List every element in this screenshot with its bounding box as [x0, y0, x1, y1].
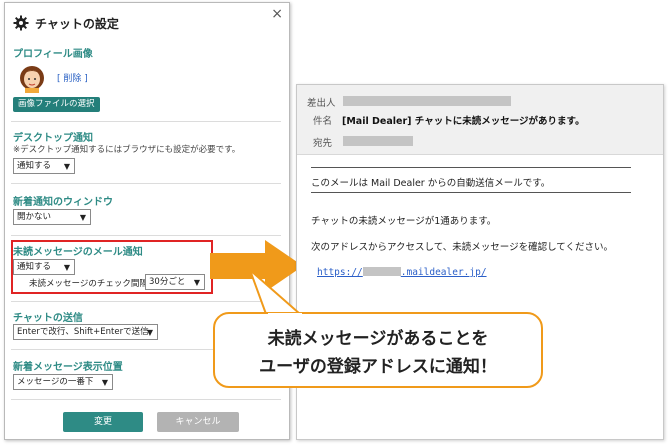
subject-value: [Mail Dealer] チャットに未読メッセージがあります。: [342, 116, 585, 127]
redacted-recipient: [343, 136, 413, 146]
choose-image-file-button[interactable]: 画像ファイルの選択: [13, 97, 100, 112]
url-suffix: .maildealer.jp/: [400, 267, 487, 278]
body-line-1: このメールは Mail Dealer からの自動送信メールです。: [311, 178, 551, 189]
body-line-2: チャットの未読メッセージが1通あります。: [311, 216, 497, 227]
divider: [11, 399, 281, 400]
chat-send-value: Enterで改行、Shift+Enterで送信: [17, 327, 149, 337]
chevron-down-icon: ▼: [79, 213, 86, 222]
panel-title: チャットの設定: [35, 16, 119, 31]
desktop-notify-note: ※デスクトップ通知するにはブラウザにも設定が必要です。: [13, 145, 241, 155]
new-notify-window-value: 開かない: [17, 212, 52, 222]
divider: [11, 183, 281, 184]
divider: [11, 121, 281, 122]
callout-line-2: ユーザの登録アドレスに通知！: [259, 357, 497, 377]
desktop-notify-select[interactable]: 通知する ▼: [13, 158, 75, 174]
body-line-3: 次のアドレスからアクセスして、未読メッセージを確認してください。: [311, 242, 614, 253]
callout-pointer: [249, 270, 303, 315]
close-icon[interactable]: ×: [271, 7, 283, 21]
callout-bubble: 未読メッセージがあることを ユーザの登録アドレスに通知！: [213, 312, 543, 388]
save-button[interactable]: 変更: [63, 412, 143, 432]
callout-seam: [268, 313, 302, 316]
redacted-subdomain: [362, 267, 401, 276]
redacted-sender: [343, 96, 511, 106]
gear-icon: [13, 15, 29, 31]
delete-avatar-link[interactable]: [ 削除 ]: [57, 71, 88, 84]
url-prefix: https://: [317, 267, 363, 278]
access-url-link[interactable]: https:// .maildealer.jp/: [317, 267, 487, 278]
callout-line-1: 未読メッセージがあることを: [267, 329, 489, 349]
chevron-down-icon: ▼: [63, 162, 70, 171]
chat-send-heading: チャットの送信: [13, 313, 83, 324]
email-header: 差出人 件名 [Mail Dealer] チャットに未読メッセージがあります。 …: [297, 85, 663, 155]
new-notify-window-select[interactable]: 開かない ▼: [13, 209, 91, 225]
profile-heading: プロフィール画像: [13, 49, 93, 60]
subject-label: 件名: [313, 116, 333, 127]
chevron-down-icon: ▼: [101, 378, 108, 387]
new-message-position-value: メッセージの一番下: [17, 377, 94, 387]
panel-header: チャットの設定: [13, 13, 119, 33]
body-rule-bottom: [311, 192, 631, 193]
chat-send-select[interactable]: Enterで改行、Shift+Enterで送信 ▼: [13, 324, 158, 340]
to-label: 宛先: [313, 138, 333, 149]
avatar: [20, 66, 44, 93]
divider: [11, 301, 281, 302]
cancel-button[interactable]: キャンセル: [157, 412, 239, 432]
desktop-notify-heading: デスクトップ通知: [13, 133, 93, 144]
new-message-position-heading: 新着メッセージ表示位置: [13, 362, 123, 373]
new-message-position-select[interactable]: メッセージの一番下 ▼: [13, 374, 113, 390]
desktop-notify-value: 通知する: [17, 161, 52, 171]
body-rule-top: [311, 167, 631, 168]
divider: [11, 235, 281, 236]
new-notify-window-heading: 新着通知のウィンドウ: [13, 197, 113, 208]
chevron-down-icon: ▼: [146, 328, 153, 337]
from-label: 差出人: [307, 98, 336, 109]
highlight-box: [11, 240, 213, 294]
